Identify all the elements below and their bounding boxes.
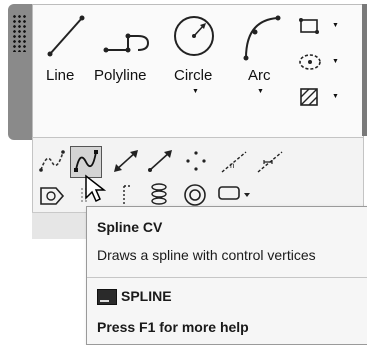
- boundary-icon[interactable]: [216, 184, 252, 208]
- arc-label: Arc: [248, 67, 271, 84]
- ray-icon[interactable]: [146, 148, 174, 174]
- svg-text:n: n: [230, 161, 234, 170]
- mouse-cursor: [85, 174, 106, 203]
- donut-icon[interactable]: [182, 182, 208, 208]
- arc-dropdown-caret[interactable]: ▼: [257, 88, 264, 95]
- circle-dropdown-caret[interactable]: ▼: [192, 88, 199, 95]
- grip-handle[interactable]: [12, 14, 26, 52]
- tooltip-help: Press F1 for more help: [97, 319, 249, 335]
- circle-icon: [174, 16, 214, 56]
- command-line-icon: [97, 289, 117, 305]
- tooltip-spline-cv: Spline CV Draws a spline with control ve…: [86, 206, 367, 345]
- hatch-icon: [300, 88, 318, 106]
- tooltip-command: SPLINE: [121, 288, 172, 304]
- hatch-button[interactable]: ▼: [296, 84, 342, 110]
- divide-icon[interactable]: n: [218, 148, 250, 174]
- polyline-icon: [103, 33, 150, 53]
- region-icon[interactable]: [38, 184, 66, 208]
- construction-line-icon[interactable]: [112, 148, 140, 174]
- line-button[interactable]: Line: [42, 10, 90, 92]
- polyline-label: Polyline: [94, 67, 147, 84]
- ellipse-icon: [299, 54, 321, 70]
- tooltip-divider: [87, 277, 367, 278]
- rectangle-dropdown-caret[interactable]: ▼: [332, 22, 339, 29]
- polyline-button[interactable]: Polyline: [94, 10, 156, 92]
- rectangle-icon: [299, 18, 319, 34]
- hatch-dropdown-caret[interactable]: ▼: [332, 93, 339, 100]
- rectangle-button[interactable]: ▼: [296, 14, 342, 38]
- spline-fit-icon[interactable]: [38, 148, 66, 174]
- spline-cv-icon: [74, 150, 98, 172]
- line-label: Line: [46, 67, 75, 84]
- panel-footer: [32, 212, 90, 239]
- helix-icon[interactable]: [148, 182, 170, 208]
- arc-icon: [243, 15, 281, 61]
- ellipse-button[interactable]: ▼: [296, 50, 342, 74]
- circle-button[interactable]: Circle ▼: [168, 10, 222, 100]
- arc-button[interactable]: Arc ▼: [236, 10, 286, 100]
- measure-icon[interactable]: [254, 148, 286, 174]
- adjacent-panel-edge: [362, 4, 367, 136]
- tooltip-description: Draws a spline with control vertices: [97, 247, 316, 263]
- circle-label: Circle: [174, 67, 213, 84]
- tooltip-title: Spline CV: [97, 219, 163, 235]
- revision-cloud-icon[interactable]: [118, 182, 142, 208]
- ellipse-dropdown-caret[interactable]: ▼: [332, 58, 339, 65]
- multiple-points-icon[interactable]: [182, 148, 210, 174]
- line-icon: [47, 15, 85, 57]
